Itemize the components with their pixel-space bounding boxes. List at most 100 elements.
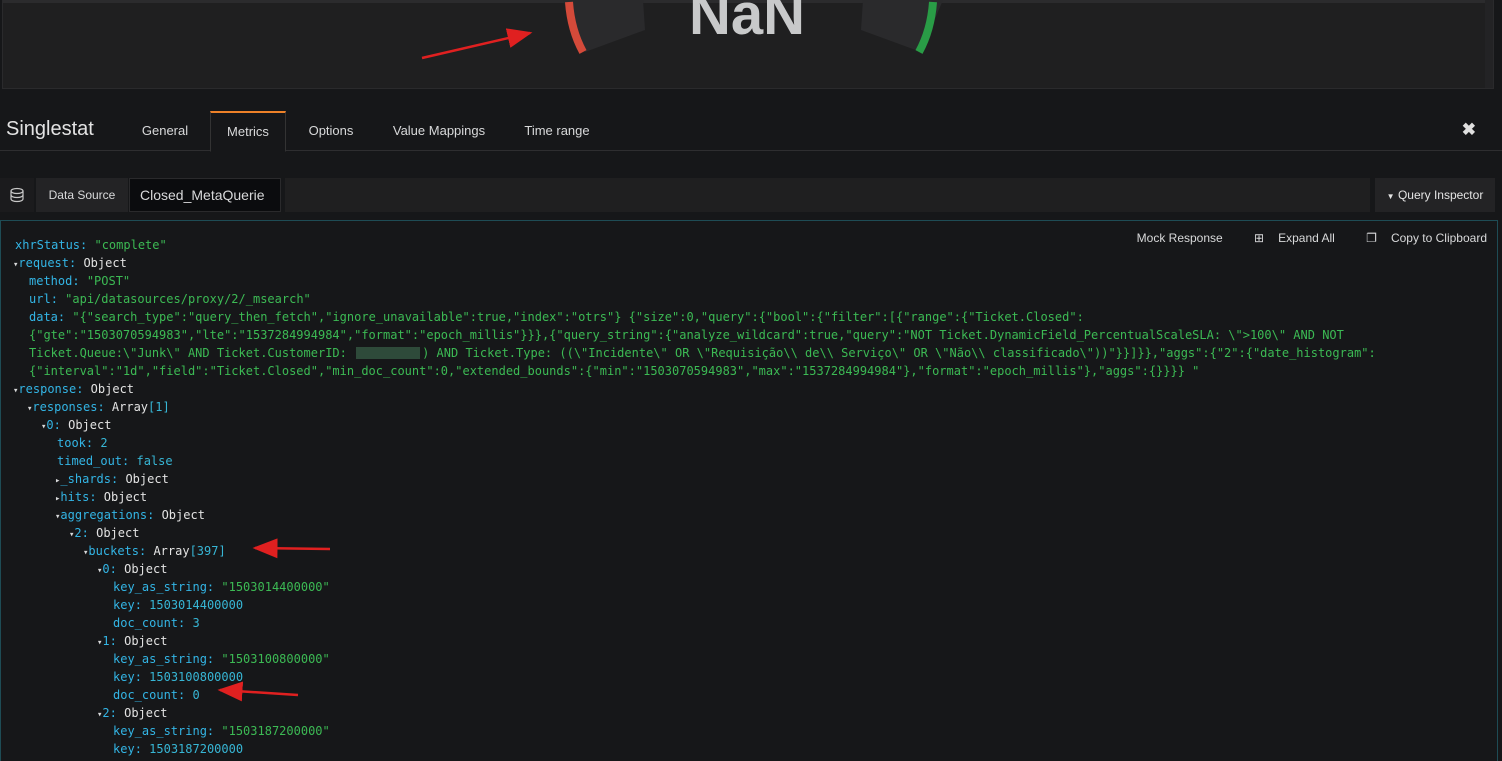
json-colon: : <box>178 688 193 702</box>
json-key: hits <box>60 490 90 504</box>
json-tree-row: method: "POST" <box>13 272 1376 290</box>
datasource-select[interactable]: Closed_MetaQuerie ▼ <box>129 178 281 234</box>
json-value: 0 <box>192 688 200 702</box>
json-tree-row[interactable]: ▾request: Object <box>13 254 1376 272</box>
tab-options[interactable]: Options <box>294 112 368 150</box>
json-value: false <box>136 454 173 468</box>
json-tree-row[interactable]: ▸hits: Object <box>13 488 1376 506</box>
json-key: request <box>18 256 69 270</box>
json-value: Array <box>111 400 149 414</box>
json-key: 1 <box>102 634 110 648</box>
json-key: buckets <box>88 544 139 558</box>
json-tree-row[interactable]: ▸_shards: Object <box>13 470 1376 488</box>
tab-general[interactable]: General <box>128 112 202 150</box>
json-value: Object <box>161 508 205 522</box>
json-tree-row: key: 1503187200000 <box>13 740 1376 758</box>
json-tree-row[interactable]: ▾0: Object <box>13 416 1376 434</box>
tab-metrics[interactable]: Metrics <box>210 111 286 152</box>
json-colon: : <box>69 256 84 270</box>
json-key: aggregations <box>60 508 148 522</box>
caret-down-icon: ▼ <box>1386 192 1395 201</box>
json-key: _shards <box>60 472 111 486</box>
json-colon: : <box>122 454 137 468</box>
json-colon: : <box>72 274 87 288</box>
json-key: 2 <box>102 706 110 720</box>
json-colon: : <box>206 724 222 738</box>
json-array-count: [1] <box>148 400 170 414</box>
json-value: 1503100800000 <box>149 670 244 684</box>
json-colon: : <box>111 472 126 486</box>
json-value: "api/datasources/proxy/2/_msearch" <box>65 292 311 306</box>
json-value: 2 <box>100 436 108 450</box>
json-colon: : <box>147 508 162 522</box>
json-value: Object <box>90 382 135 396</box>
tab-value-mappings[interactable]: Value Mappings <box>380 112 498 150</box>
json-value: Object <box>68 418 112 432</box>
datasource-row-filler <box>285 178 1370 212</box>
close-icon[interactable]: ✖ <box>1462 120 1476 140</box>
json-tree-row: doc_count: 0 <box>13 686 1376 704</box>
json-tree-row[interactable]: ▾2: Object <box>13 524 1376 542</box>
json-value: "1503100800000" <box>221 652 330 666</box>
json-key: key_as_string <box>113 652 207 666</box>
singlestat-gauge-panel: NaN <box>2 0 1494 89</box>
json-colon: : <box>109 562 125 576</box>
json-tree-row: url: "api/datasources/proxy/2/_msearch" <box>13 290 1376 308</box>
json-value: 1503014400000 <box>149 598 244 612</box>
json-colon: : <box>206 652 222 666</box>
json-value: Object <box>96 526 140 540</box>
json-colon: : <box>50 292 66 306</box>
datasource-label: Data Source <box>36 178 128 212</box>
json-value: Object <box>83 256 127 270</box>
query-inspector-button[interactable]: ▼ Query Inspector <box>1375 178 1495 212</box>
json-colon: : <box>134 598 150 612</box>
json-key: key_as_string <box>113 580 207 594</box>
json-colon: : <box>53 418 69 432</box>
json-key: responses <box>32 400 98 414</box>
json-colon: : <box>178 616 193 630</box>
json-tree-row[interactable]: ▾1: Object <box>13 632 1376 650</box>
json-key: data <box>29 310 58 324</box>
json-tree-row[interactable]: ▾0: Object <box>13 560 1376 578</box>
json-value: {"gte":"1503070594983","lte":"1537284994… <box>29 328 1344 342</box>
json-colon: : <box>57 310 73 324</box>
gauge-value: NaN <box>689 0 806 47</box>
copy-label: Copy to Clipboard <box>1390 231 1487 245</box>
json-colon: : <box>89 490 104 504</box>
json-value: Object <box>124 562 168 576</box>
json-tree-row[interactable]: ▾aggregations: Object <box>13 506 1376 524</box>
json-key: 2 <box>74 526 82 540</box>
query-inspector-panel: Mock Response ⊞ Expand All ❐ Copy to Clipb… <box>0 220 1498 761</box>
json-tree-row: took: 2 <box>13 434 1376 452</box>
json-colon: : <box>76 382 91 396</box>
json-colon: : <box>206 580 222 594</box>
json-key: 0 <box>46 418 54 432</box>
json-tree-row: data: "{"search_type":"query_then_fetch"… <box>13 308 1376 326</box>
json-tree-row[interactable]: ▾responses: Array[1] <box>13 398 1376 416</box>
tab-time-range[interactable]: Time range <box>510 112 604 150</box>
json-key: doc_count <box>113 616 179 630</box>
json-colon: : <box>134 742 150 756</box>
json-tree-row: xhrStatus: "complete" <box>13 236 1376 254</box>
json-value: "POST" <box>86 274 131 288</box>
json-tree-row: doc_count: 3 <box>13 614 1376 632</box>
panel-scrollbar[interactable] <box>1485 0 1493 88</box>
datasource-selected-value: Closed_MetaQuerie <box>140 187 265 203</box>
json-value: "{"search_type":"query_then_fetch","igno… <box>72 310 1084 324</box>
json-tree-row[interactable]: ▾buckets: Array[397] <box>13 542 1376 560</box>
json-key: doc_count <box>113 688 179 702</box>
json-tree-row[interactable]: ▾response: Object <box>13 380 1376 398</box>
json-key: 0 <box>102 562 110 576</box>
json-value: Object <box>124 706 168 720</box>
json-tree-row: key_as_string: "1503014400000" <box>13 578 1376 596</box>
json-tree-row: timed_out: false <box>13 452 1376 470</box>
json-colon: : <box>109 706 125 720</box>
json-value: "1503187200000" <box>221 724 330 738</box>
database-icon <box>0 178 34 212</box>
json-value: "complete" <box>94 238 167 252</box>
redacted-block <box>356 347 421 359</box>
json-tree-row: Ticket.Queue:\"Junk\" AND Ticket.Custome… <box>13 344 1376 362</box>
json-key: timed_out <box>57 454 123 468</box>
json-tree-row[interactable]: ▾2: Object <box>13 704 1376 722</box>
json-key: url <box>29 292 51 306</box>
